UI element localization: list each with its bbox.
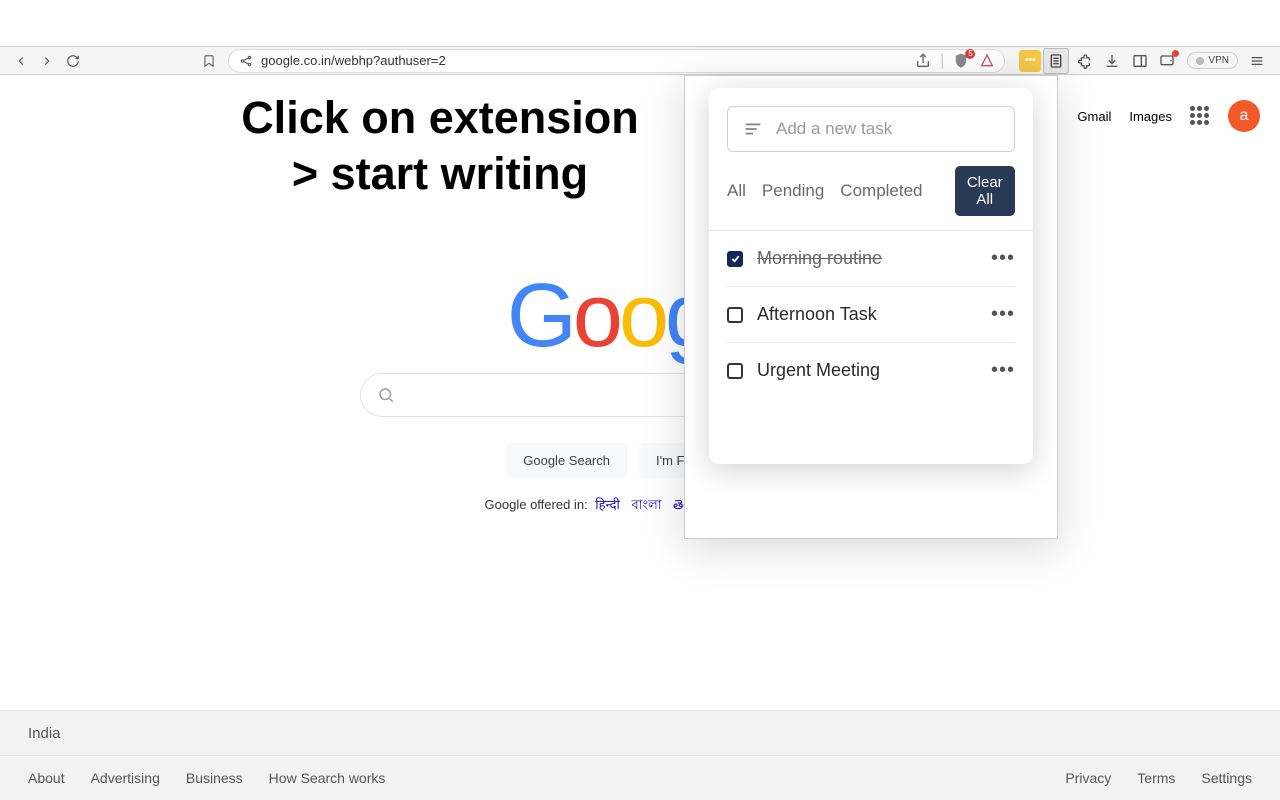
google-header: Gmail Images a — [1077, 100, 1260, 132]
google-search-button[interactable]: Google Search — [506, 443, 627, 478]
task-text: Urgent Meeting — [757, 360, 977, 381]
images-link[interactable]: Images — [1129, 109, 1172, 124]
vpn-status-dot — [1196, 57, 1204, 65]
sidebar-icon[interactable] — [1127, 48, 1153, 74]
bookmark-icon[interactable] — [198, 50, 220, 72]
footer-about[interactable]: About — [28, 770, 65, 786]
extension-todo-icon[interactable] — [1043, 48, 1069, 74]
notification-dot — [1172, 50, 1179, 57]
lang-link[interactable]: বাংলা — [631, 497, 661, 512]
footer-country: India — [0, 710, 1280, 756]
task-checkbox[interactable] — [727, 363, 743, 379]
clear-all-button[interactable]: Clear All — [955, 166, 1015, 216]
task-text: Afternoon Task — [757, 304, 977, 325]
task-row: Urgent Meeting ••• — [727, 343, 1015, 398]
footer-how-search-works[interactable]: How Search works — [269, 770, 386, 786]
list-icon — [742, 118, 764, 140]
address-bar[interactable]: google.co.in/webhp?authuser=2 | 5 — [228, 49, 1005, 73]
extensions-icon[interactable] — [1071, 48, 1097, 74]
task-list: Morning routine ••• Afternoon Task ••• U… — [709, 231, 1033, 398]
footer-links: About Advertising Business How Search wo… — [0, 756, 1280, 800]
forward-button[interactable] — [36, 50, 58, 72]
footer-privacy[interactable]: Privacy — [1065, 770, 1111, 786]
wallet-icon[interactable] — [1155, 48, 1181, 74]
lang-link[interactable]: हिन्दी — [595, 497, 620, 512]
share-icon[interactable] — [914, 52, 932, 70]
gmail-link[interactable]: Gmail — [1077, 109, 1111, 124]
task-checkbox[interactable] — [727, 251, 743, 267]
filter-all[interactable]: All — [727, 181, 746, 201]
instruction-overlay: Click on extension > start writing — [170, 90, 710, 203]
filter-row: All Pending Completed Clear All — [709, 152, 1033, 231]
new-task-input-wrap — [727, 106, 1015, 152]
new-task-input[interactable] — [776, 119, 1000, 139]
footer-business[interactable]: Business — [186, 770, 243, 786]
task-text: Morning routine — [757, 248, 977, 269]
site-settings-icon[interactable] — [239, 54, 253, 68]
footer-terms[interactable]: Terms — [1137, 770, 1175, 786]
todo-card: All Pending Completed Clear All Morning … — [709, 88, 1033, 464]
task-more-icon[interactable]: ••• — [991, 247, 1015, 270]
filter-pending[interactable]: Pending — [762, 181, 824, 201]
extension-popup: All Pending Completed Clear All Morning … — [684, 75, 1058, 539]
browser-toolbar: google.co.in/webhp?authuser=2 | 5 ••• — [0, 46, 1280, 75]
avatar[interactable]: a — [1228, 100, 1260, 132]
downloads-icon[interactable] — [1099, 48, 1125, 74]
back-button[interactable] — [10, 50, 32, 72]
shields-count: 5 — [965, 49, 975, 59]
menu-icon[interactable] — [1244, 48, 1270, 74]
search-icon — [377, 386, 395, 404]
url-text: google.co.in/webhp?authuser=2 — [261, 53, 446, 68]
task-more-icon[interactable]: ••• — [991, 303, 1015, 326]
task-row: Afternoon Task ••• — [727, 287, 1015, 343]
vpn-button[interactable]: VPN — [1187, 52, 1238, 69]
footer-settings[interactable]: Settings — [1201, 770, 1252, 786]
brave-rewards-icon[interactable] — [978, 52, 996, 70]
google-apps-icon[interactable] — [1190, 106, 1210, 126]
reload-button[interactable] — [62, 50, 84, 72]
task-row: Morning routine ••• — [727, 231, 1015, 287]
filter-completed[interactable]: Completed — [840, 181, 922, 201]
task-more-icon[interactable]: ••• — [991, 359, 1015, 382]
task-checkbox[interactable] — [727, 307, 743, 323]
extension-1-icon[interactable]: ••• — [1019, 50, 1041, 72]
brave-shields-icon[interactable]: 5 — [952, 52, 970, 70]
footer-advertising[interactable]: Advertising — [91, 770, 160, 786]
